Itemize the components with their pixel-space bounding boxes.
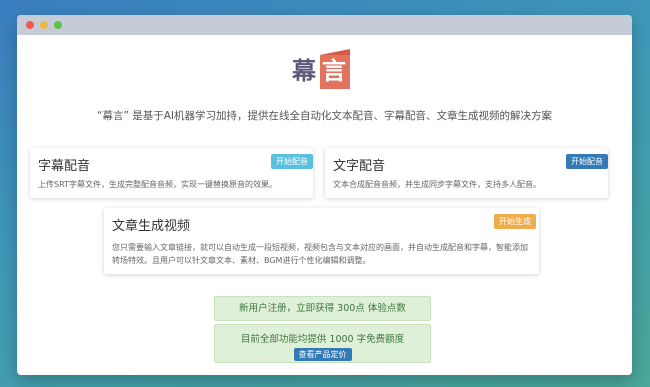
article-to-video-card: 文章生成视频 开始生成 您只需要输入文章链接，就可以自动生成一段短视频，视频包含… bbox=[104, 208, 539, 274]
free-quota-notice: 目前全部功能均提供 1000 字免费额度 查看产品定价 bbox=[214, 324, 431, 363]
minimize-window-button[interactable] bbox=[40, 21, 48, 29]
subtitle-dubbing-card: 字幕配音 开始配音 上传SRT字幕文件，生成完整配音音频，实现一键替换原音的效果… bbox=[30, 148, 313, 198]
signup-bonus-text: 新用户注册，立即获得 300点 体验点数 bbox=[239, 303, 406, 314]
signup-bonus-notice: 新用户注册，立即获得 300点 体验点数 bbox=[214, 296, 431, 321]
free-quota-text: 目前全部功能均提供 1000 字免费额度 bbox=[240, 334, 405, 345]
card-description: 上传SRT字幕文件，生成完整配音音频，实现一键替换原音的效果。 bbox=[38, 180, 277, 189]
browser-window: 幕 言 “幕言” 是基于AI机器学习加持，提供在线全自动化文本配音、字幕配音、文… bbox=[17, 15, 632, 375]
card-description: 文本合成配音音频，并生成同步字幕文件，支持多人配音。 bbox=[333, 180, 541, 189]
start-video-generation-button[interactable]: 开始生成 bbox=[494, 214, 536, 229]
start-text-dubbing-button[interactable]: 开始配音 bbox=[566, 154, 608, 169]
logo-char-yan: 言 bbox=[322, 56, 346, 85]
view-pricing-button[interactable]: 查看产品定价 bbox=[293, 348, 352, 361]
window-titlebar bbox=[17, 15, 632, 35]
card-title: 文字配音 bbox=[333, 159, 386, 174]
close-window-button[interactable] bbox=[26, 21, 34, 29]
text-dubbing-card: 文字配音 开始配音 文本合成配音音频，并生成同步字幕文件，支持多人配音。 bbox=[325, 148, 608, 198]
card-title: 文章生成视频 bbox=[112, 219, 191, 234]
card-title: 字幕配音 bbox=[38, 159, 91, 174]
maximize-window-button[interactable] bbox=[54, 21, 62, 29]
logo-char-mu: 幕 bbox=[292, 56, 316, 85]
app-logo: 幕 言 bbox=[292, 51, 352, 89]
card-description: 您只需要输入文章链接，就可以自动生成一段短视频，视频包含与文本对应的画面，并自动… bbox=[112, 243, 528, 265]
tagline: “幕言” 是基于AI机器学习加持，提供在线全自动化文本配音、字幕配音、文章生成视… bbox=[97, 110, 552, 122]
start-subtitle-dubbing-button[interactable]: 开始配音 bbox=[271, 154, 313, 169]
